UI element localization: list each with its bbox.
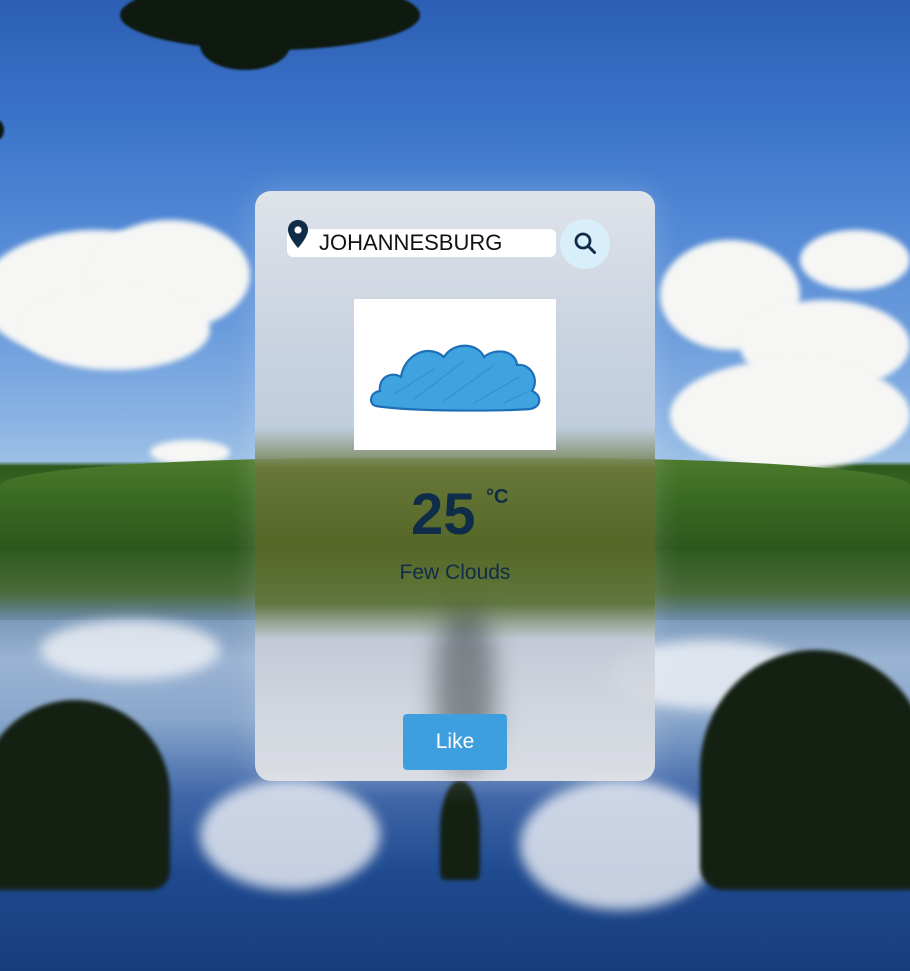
temperature-unit: °C <box>486 486 509 508</box>
weather-card: 25 °C Few Clouds Like <box>255 191 655 781</box>
cloud-icon <box>354 344 556 454</box>
city-search-input[interactable] <box>287 229 556 257</box>
weather-condition-text: Few Clouds <box>399 561 511 584</box>
like-button[interactable]: Like <box>403 714 507 770</box>
search-icon <box>573 231 597 258</box>
weather-condition-image <box>354 299 556 450</box>
search-button[interactable] <box>560 219 610 269</box>
search-row <box>287 219 617 269</box>
temperature-value: 25 <box>411 482 476 547</box>
map-pin-icon <box>287 219 309 249</box>
